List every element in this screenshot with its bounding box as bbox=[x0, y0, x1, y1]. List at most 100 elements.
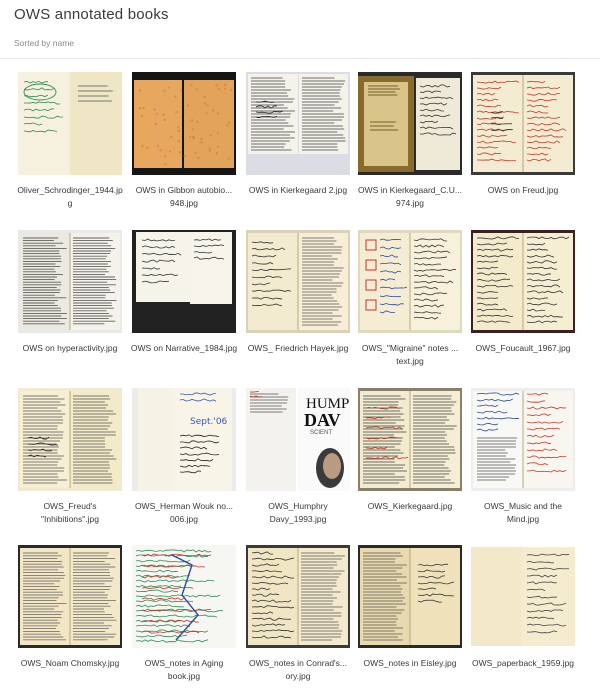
thumbnail-image bbox=[246, 72, 350, 175]
file-tile[interactable]: Sept.'06 OWS_Herman Wouk no... 006.jpg bbox=[132, 388, 236, 526]
file-thumbnail[interactable]: HUMPHDAVSCIENT bbox=[246, 388, 350, 491]
file-name-line: OWS_ Friedrich Hayek.jpg bbox=[247, 343, 349, 353]
file-name-line: g bbox=[67, 198, 73, 208]
file-thumbnail[interactable] bbox=[471, 388, 575, 491]
thumbnail-image bbox=[471, 388, 575, 491]
thumbnail-image bbox=[358, 230, 462, 333]
file-tile[interactable]: HUMPHDAVSCIENT OWS_Humphry Davy_1993.jpg bbox=[246, 388, 350, 526]
file-name[interactable]: OWS_notes in Aging book.jpg bbox=[128, 657, 240, 683]
file-name[interactable]: OWS_Kierkegaard.jpg bbox=[354, 500, 466, 513]
file-name-line: OWS on hyperactivity.jpg bbox=[22, 343, 118, 353]
file-tile[interactable]: OWS on hyperactivity.jpg bbox=[18, 230, 122, 355]
file-tile[interactable]: OWS_Freud's "Inhibitions".jpg bbox=[18, 388, 122, 526]
file-tile[interactable]: OWS on Narrative_1984.jpg bbox=[131, 230, 237, 355]
file-name[interactable]: OWS_ Friedrich Hayek.jpg bbox=[242, 342, 354, 355]
file-name[interactable]: OWS in Kierkegaard_C.U... 974.jpg bbox=[354, 184, 466, 210]
file-name-line: 948.jpg bbox=[170, 198, 198, 208]
file-name[interactable]: OWS_Noam Chomsky.jpg bbox=[14, 657, 126, 670]
file-name-line: OWS_Foucault_1967.jpg bbox=[475, 343, 571, 353]
file-thumbnail[interactable] bbox=[132, 72, 236, 175]
thumbnail-image: Sept.'06 bbox=[132, 388, 236, 491]
file-name[interactable]: OWS_"Migraine" notes ... text.jpg bbox=[354, 342, 466, 368]
file-name-line: "Inhibitions".jpg bbox=[40, 514, 99, 524]
file-name[interactable]: OWS_Foucault_1967.jpg bbox=[467, 342, 579, 355]
file-name[interactable]: OWS_Music and the Mind.jpg bbox=[467, 500, 579, 526]
thumbnail-image bbox=[132, 545, 236, 648]
file-name-line: OWS_Humphry bbox=[268, 501, 328, 511]
file-tile[interactable]: OWS_paperback_1959.jpg bbox=[471, 545, 575, 670]
thumbnail-image bbox=[18, 545, 122, 648]
file-name-line: OWS in Gibbon autobio... bbox=[135, 185, 233, 195]
file-tile[interactable]: OWS_"Migraine" notes ... text.jpg bbox=[358, 230, 462, 368]
file-tile[interactable]: OWS_notes in Eisley.jpg bbox=[358, 545, 462, 670]
file-name-line: OWS_notes in Conrad's... bbox=[249, 658, 347, 668]
file-tile[interactable]: Oliver_Schrodinger_1944.jp g bbox=[17, 72, 123, 210]
file-name[interactable]: OWS in Kierkegaard 2.jpg bbox=[242, 184, 354, 197]
file-thumbnail[interactable] bbox=[246, 545, 350, 648]
file-tile[interactable]: OWS_Kierkegaard.jpg bbox=[358, 388, 462, 513]
file-name[interactable]: OWS_Freud's "Inhibitions".jpg bbox=[14, 500, 126, 526]
thumbnail-image bbox=[471, 72, 575, 175]
file-name-line: OWS_Kierkegaard.jpg bbox=[367, 501, 453, 511]
file-thumbnail[interactable] bbox=[18, 72, 122, 175]
file-name[interactable]: OWS_Humphry Davy_1993.jpg bbox=[242, 500, 354, 526]
file-name-line: OWS_notes in Eisley.jpg bbox=[363, 658, 457, 668]
file-name-line: OWS_Noam Chomsky.jpg bbox=[20, 658, 120, 668]
file-tile[interactable]: OWS in Gibbon autobio... 948.jpg bbox=[132, 72, 236, 210]
file-name-line: text.jpg bbox=[396, 356, 424, 366]
svg-text:SCIENT: SCIENT bbox=[310, 430, 332, 436]
file-tile[interactable]: OWS_Foucault_1967.jpg bbox=[471, 230, 575, 355]
thumbnail-image bbox=[246, 230, 350, 333]
file-name-line: Mind.jpg bbox=[506, 514, 540, 524]
svg-text:Sept.'06: Sept.'06 bbox=[190, 417, 228, 427]
file-thumbnail[interactable] bbox=[358, 72, 462, 175]
file-name[interactable]: OWS on hyperactivity.jpg bbox=[14, 342, 126, 355]
file-thumbnail[interactable] bbox=[471, 72, 575, 175]
sort-label[interactable]: Sorted by name bbox=[14, 38, 74, 48]
file-name[interactable]: OWS_Herman Wouk no... 006.jpg bbox=[128, 500, 240, 526]
file-thumbnail[interactable] bbox=[132, 545, 236, 648]
thumbnail-image bbox=[471, 545, 575, 648]
file-thumbnail[interactable] bbox=[132, 230, 236, 333]
file-name-line: 974.jpg bbox=[396, 198, 424, 208]
file-name[interactable]: OWS on Narrative_1984.jpg bbox=[128, 342, 240, 355]
file-name[interactable]: OWS_notes in Conrad's... ory.jpg bbox=[242, 657, 354, 683]
thumbnail-image bbox=[358, 545, 462, 648]
file-tile[interactable]: OWS_notes in Conrad's... ory.jpg bbox=[246, 545, 350, 683]
file-name[interactable]: Oliver_Schrodinger_1944.jp g bbox=[14, 184, 126, 210]
file-thumbnail[interactable] bbox=[358, 545, 462, 648]
file-name[interactable]: OWS on Freud.jpg bbox=[467, 184, 579, 197]
file-tile[interactable]: OWS_ Friedrich Hayek.jpg bbox=[246, 230, 350, 355]
file-name[interactable]: OWS_notes in Eisley.jpg bbox=[354, 657, 466, 670]
file-name-line: OWS_Freud's bbox=[43, 501, 97, 511]
thumbnail-image bbox=[358, 72, 462, 175]
file-name-line: Davy_1993.jpg bbox=[269, 514, 327, 524]
file-tile[interactable]: OWS on Freud.jpg bbox=[471, 72, 575, 197]
file-name-line: book.jpg bbox=[167, 671, 201, 681]
file-tile[interactable]: OWS_notes in Aging book.jpg bbox=[132, 545, 236, 683]
file-tile[interactable]: OWS in Kierkegaard_C.U... 974.jpg bbox=[358, 72, 462, 210]
page-header: OWS annotated books Sorted by name bbox=[0, 0, 600, 59]
file-thumbnail[interactable] bbox=[18, 230, 122, 333]
file-thumbnail[interactable] bbox=[471, 545, 575, 648]
file-thumbnail[interactable] bbox=[246, 72, 350, 175]
file-name[interactable]: OWS_paperback_1959.jpg bbox=[467, 657, 579, 670]
file-name-line: OWS_Herman Wouk no... bbox=[134, 501, 234, 511]
file-name-line: OWS_notes in Aging bbox=[144, 658, 224, 668]
file-thumbnail[interactable]: Sept.'06 bbox=[132, 388, 236, 491]
file-name-line: OWS in Kierkegaard_C.U... bbox=[358, 185, 462, 195]
file-thumbnail[interactable] bbox=[18, 545, 122, 648]
thumbnail-image bbox=[246, 545, 350, 648]
file-thumbnail[interactable] bbox=[471, 230, 575, 333]
file-tile[interactable]: OWS_Music and the Mind.jpg bbox=[471, 388, 575, 526]
file-tile[interactable]: OWS_Noam Chomsky.jpg bbox=[18, 545, 122, 670]
file-thumbnail[interactable] bbox=[18, 388, 122, 491]
file-name[interactable]: OWS in Gibbon autobio... 948.jpg bbox=[128, 184, 240, 210]
file-thumbnail[interactable] bbox=[246, 230, 350, 333]
file-thumbnail[interactable] bbox=[358, 230, 462, 333]
file-name-line: OWS_Music and the bbox=[484, 501, 562, 511]
page-title: OWS annotated books bbox=[14, 6, 169, 23]
file-thumbnail[interactable] bbox=[358, 388, 462, 491]
thumbnail-image: HUMPHDAVSCIENT bbox=[246, 388, 350, 491]
file-tile[interactable]: OWS in Kierkegaard 2.jpg bbox=[246, 72, 350, 197]
